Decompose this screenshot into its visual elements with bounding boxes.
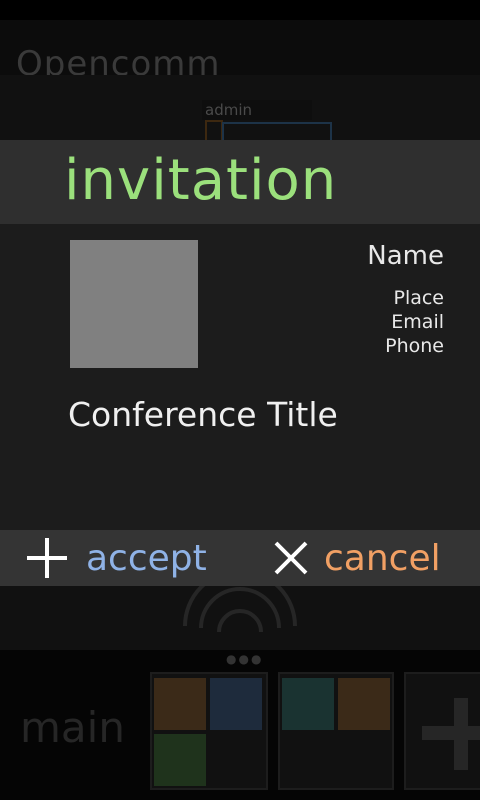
dialog-header: invitation xyxy=(0,140,480,224)
tile-swatch xyxy=(210,678,262,730)
app-header: Opencomm xyxy=(0,20,480,84)
cancel-button[interactable]: cancel xyxy=(272,530,441,586)
contact-name: Name xyxy=(367,241,444,271)
dialog-title: invitation xyxy=(64,148,338,213)
contact-email: Email xyxy=(391,311,444,333)
invitation-dialog: invitation Name Place Email Phone Confer… xyxy=(0,140,480,586)
tile-swatch xyxy=(154,678,206,730)
conference-title: Conference Title xyxy=(68,395,338,434)
add-plus-icon[interactable] xyxy=(420,688,480,778)
contact-place: Place xyxy=(393,287,444,309)
background-label-admin: admin xyxy=(205,101,252,119)
bottom-main-label: main xyxy=(20,703,125,752)
dialog-action-bar: accept cancel xyxy=(0,530,480,586)
more-dots-icon[interactable]: ●●● xyxy=(226,652,263,666)
cancel-label: cancel xyxy=(324,537,441,579)
status-bar xyxy=(0,0,480,20)
accept-button[interactable]: accept xyxy=(26,530,207,586)
contact-photo-placeholder xyxy=(70,240,198,368)
contact-phone: Phone xyxy=(385,335,444,357)
tile-swatch xyxy=(282,678,334,730)
accept-label: accept xyxy=(86,537,207,579)
tile-swatch xyxy=(338,678,390,730)
plus-icon xyxy=(27,538,67,578)
tile-swatch xyxy=(154,734,206,786)
close-icon xyxy=(274,541,308,575)
